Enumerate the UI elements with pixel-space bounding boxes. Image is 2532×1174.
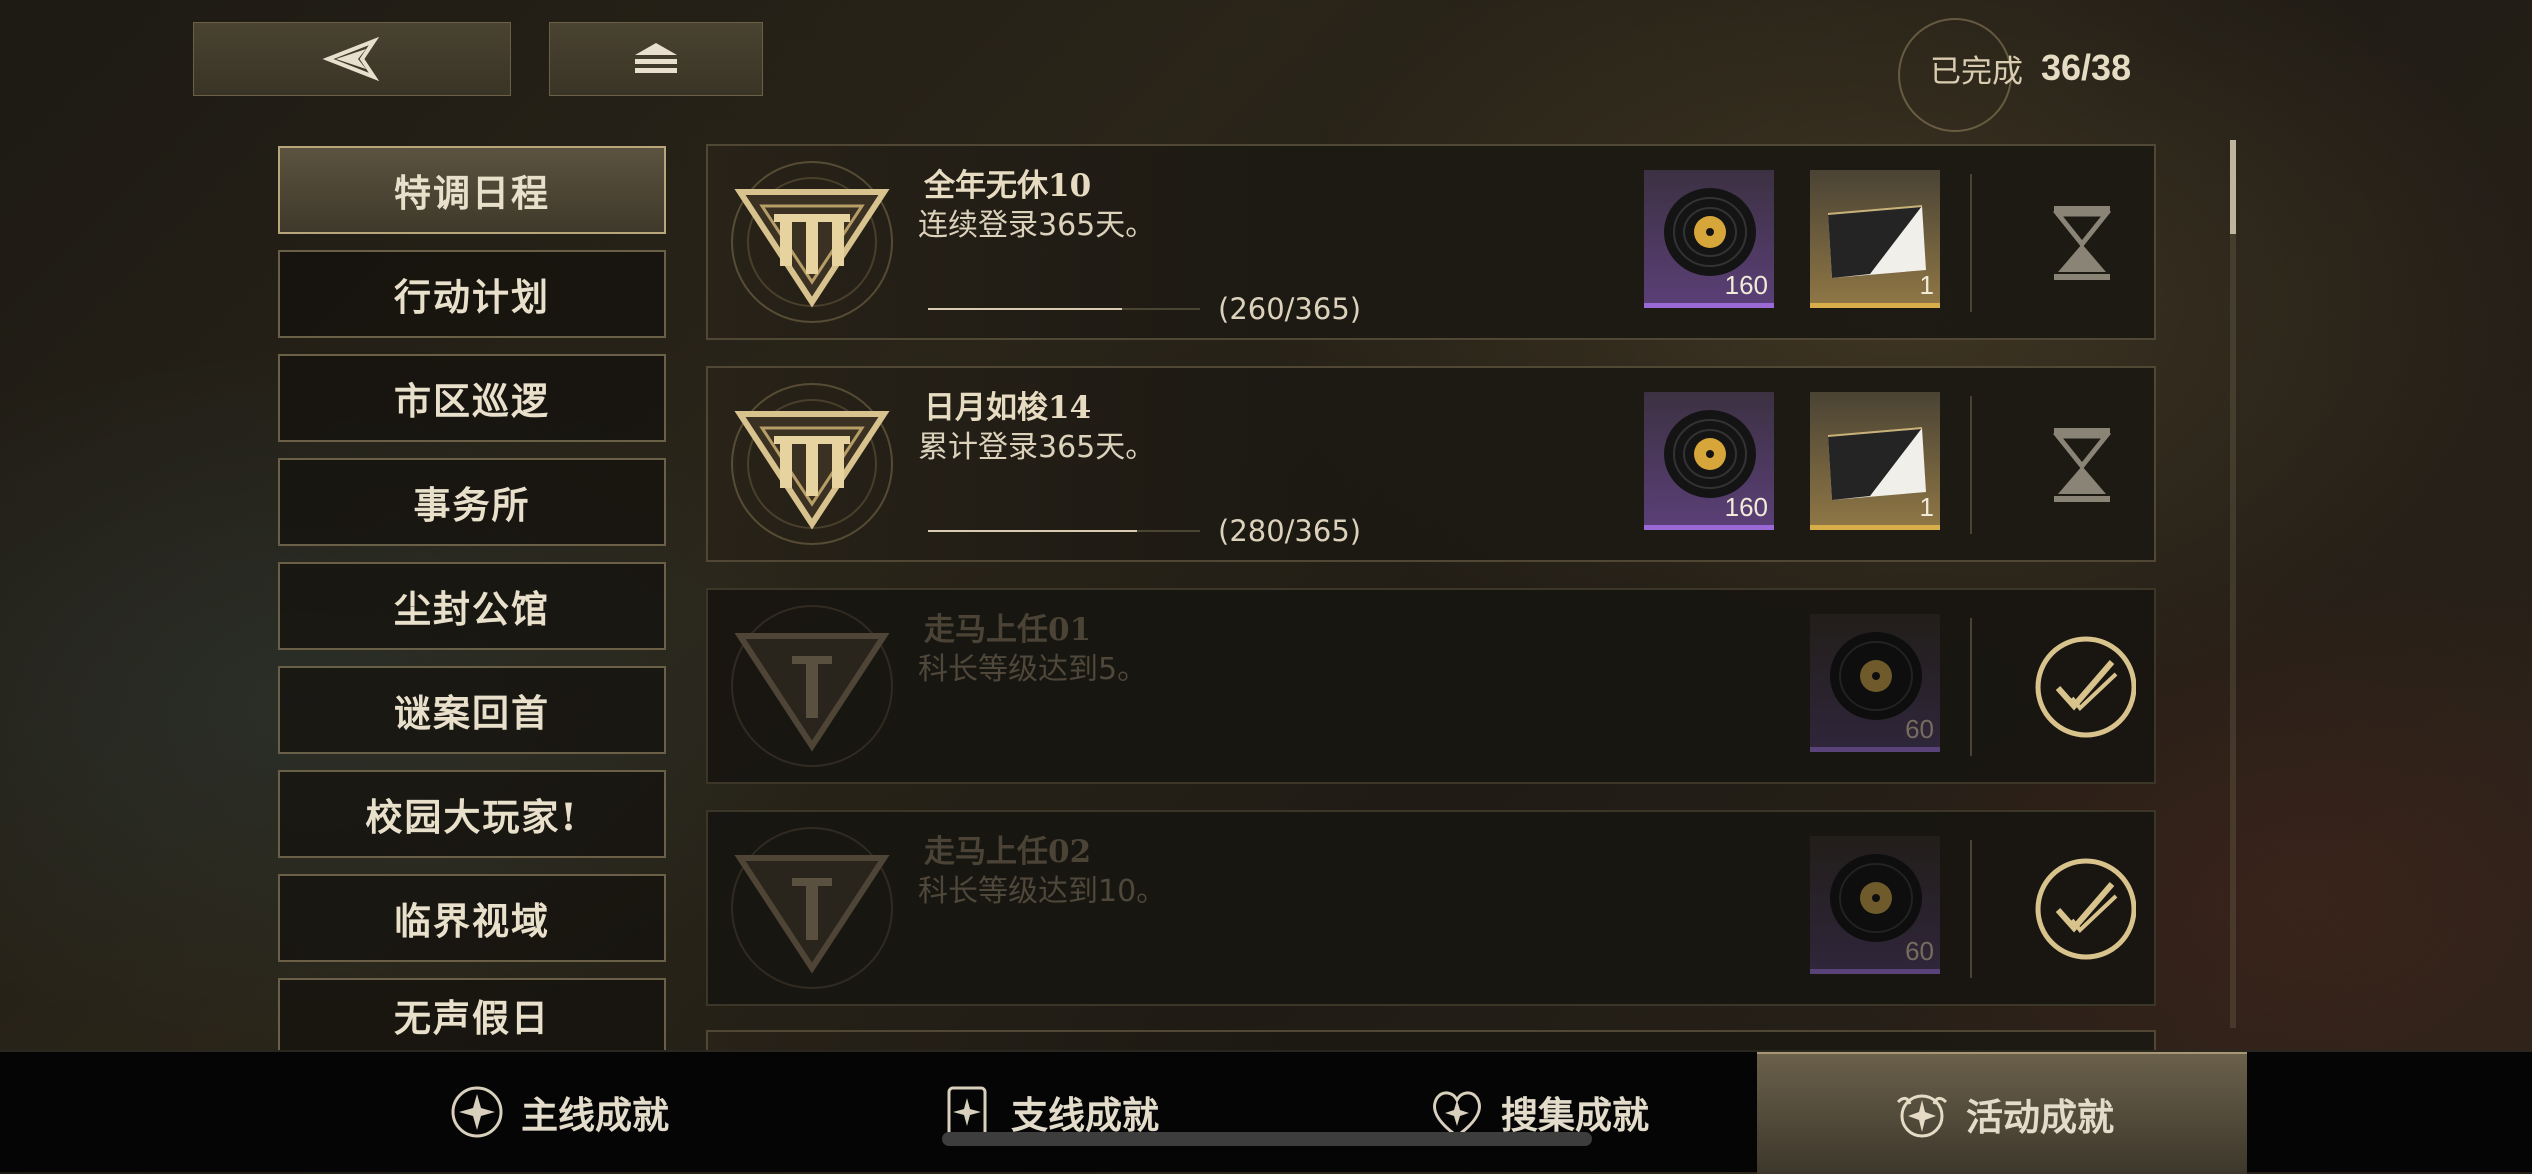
category-sealed-mansion[interactable]: 尘封公馆 [278,562,666,650]
reward-record[interactable]: 160 [1644,170,1774,308]
achievement-description: 连续登录365天。 [918,208,1156,243]
achievement-card: 日月如梭14 累计登录365天。 (280/365) 160 1 [706,366,2156,562]
reward-quantity: 160 [1724,270,1768,300]
category-action-plan[interactable]: 行动计划 [278,250,666,338]
reward-record[interactable]: 60 [1810,614,1940,752]
achievement-title: 走马上任02 [924,834,1092,870]
reward-quantity: 60 [1905,936,1934,966]
reward-record[interactable]: 160 [1644,392,1774,530]
achievement-title: 走马上任01 [924,612,1092,648]
reward-record[interactable]: 60 [1810,836,1940,974]
reward-quantity: 60 [1905,714,1934,744]
rank-i-emblem-icon [731,605,893,767]
achievement-card: 全年无休10 连续登录365天。 (260/365) 160 1 [706,144,2156,340]
tab-side-achievement[interactable]: 支线成就 [802,1052,1292,1172]
category-silent-holiday[interactable]: 无声假日 [278,978,666,1050]
checkmark-complete-icon [2035,636,2136,738]
back-arrow-icon [322,37,380,81]
reward-quantity: 1 [1919,492,1934,522]
tab-event-achievement[interactable]: 活动成就 [1757,1052,2247,1174]
achievement-title: 全年无休10 [924,168,1092,204]
tab-main-achievement[interactable]: 主线成就 [312,1052,802,1172]
rank-iii-emblem-icon [731,161,893,323]
home-indicator[interactable] [942,1132,1592,1146]
tab-collection-achievement[interactable]: 搜集成就 [1292,1052,1782,1172]
achievement-title: 日月如梭14 [924,390,1092,426]
hourglass-icon [2052,206,2112,280]
achievement-description: 累计登录365天。 [918,430,1156,465]
reward-quantity: 1 [1919,270,1934,300]
progress-text: (260/365) [1218,292,1362,326]
achievement-card: 走马上任01 科长等级达到5。 60 [706,588,2156,784]
category-special-schedule[interactable]: 特调日程 [278,146,666,234]
category-campus-player[interactable]: 校园大玩家! [278,770,666,858]
achievement-description: 科长等级达到10。 [918,874,1167,909]
achievement-description: 科长等级达到5。 [918,652,1148,687]
reward-card[interactable]: 1 [1810,392,1940,530]
achievement-card-partial [706,1030,2156,1050]
home-stack-icon [635,43,677,73]
completed-count: 36/38 [2041,47,2132,88]
rank-iii-emblem-icon [731,383,893,545]
back-button[interactable] [193,22,511,96]
reward-card[interactable]: 1 [1810,170,1940,308]
category-critical-view[interactable]: 临界视域 [278,874,666,962]
progress-text: (280/365) [1218,514,1362,548]
category-case-review[interactable]: 谜案回首 [278,666,666,754]
category-agency[interactable]: 事务所 [278,458,666,546]
checkmark-complete-icon [2035,858,2136,960]
progress-bar [928,308,1200,310]
achievement-card: 走马上任02 科长等级达到10。 60 [706,810,2156,1006]
home-button[interactable] [549,22,763,96]
scrollbar-thumb[interactable] [2230,140,2236,234]
rank-i-emblem-icon [731,827,893,989]
hourglass-icon [2052,428,2112,502]
completed-label: 已完成 [1930,53,2023,90]
bottom-tab-bar: 主线成就 支线成就 搜集成就 活动成就 [0,1050,2532,1174]
reward-quantity: 160 [1724,492,1768,522]
event-achievement-icon [1896,1094,1948,1138]
category-city-patrol[interactable]: 市区巡逻 [278,354,666,442]
progress-bar [928,530,1200,532]
completion-counter: 已完成 36/38 [1896,18,2176,132]
main-achievement-icon [451,1086,503,1138]
scrollbar[interactable] [2230,140,2236,1028]
